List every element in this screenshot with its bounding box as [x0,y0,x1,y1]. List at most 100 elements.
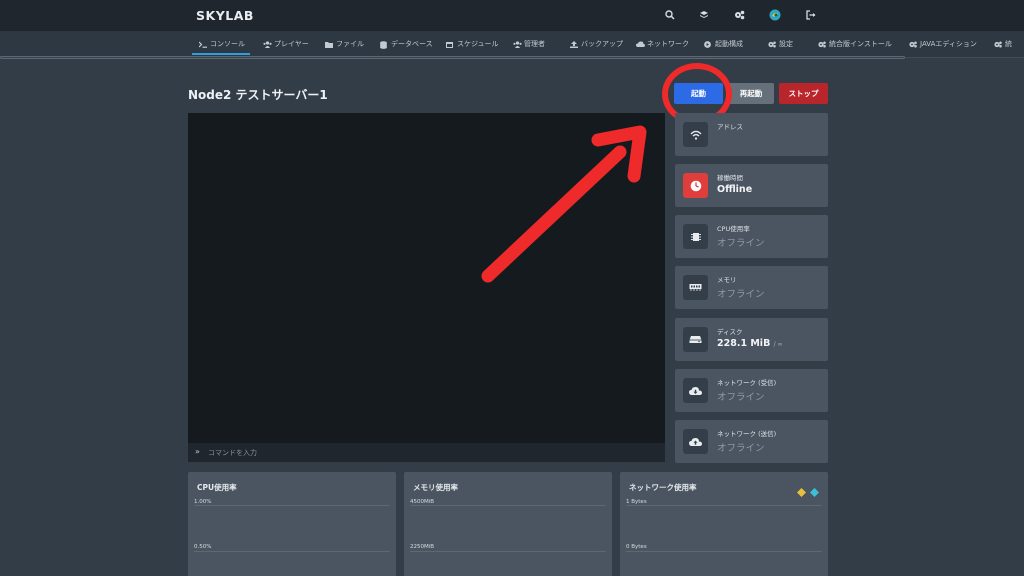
stop-button[interactable]: ストップ [779,83,828,104]
stat-label: アドレス [717,123,743,131]
cogs-icon [818,41,826,48]
sign-out-icon[interactable] [804,8,818,22]
stat-label: ネットワーク (送信) [717,430,777,438]
tab-label: コンソール [210,40,245,48]
tab-backup[interactable]: バックアップ [570,37,623,51]
tab-label: プレイヤー [274,40,309,48]
disk-limit: / ∞ [773,341,783,348]
tab-label: ネットワーク [647,40,689,48]
command-bar: » [188,443,665,462]
stat-address: アドレス [675,113,828,156]
chevron-right-icon: » [195,447,200,456]
server-title: Node2 テストサーバー1 [188,88,328,102]
disk-used: 228.1 MiB [717,338,771,349]
tab-label: スケジュール [457,40,499,48]
tab-label: 統合版インストール [829,40,892,48]
folder-icon [325,41,333,48]
avatar-icon[interactable] [768,8,782,22]
legend-sent-icon[interactable] [810,482,819,497]
hdd-icon [683,327,708,352]
graph-tick: 0 Bytes [626,544,647,550]
stat-value: オフライン [717,289,765,300]
tab-java-edition[interactable]: JAVAエディション [909,37,977,51]
network-usage-graph: ネットワーク使用率 1 Bytes 0 Bytes [620,472,828,576]
annotation-arrow [481,125,647,283]
restart-button[interactable]: 再起動 [728,83,774,104]
cogs-icon [768,41,776,48]
network-icon [636,41,645,48]
tab-label: 管理者 [524,40,545,48]
cogs-icon[interactable] [732,8,746,22]
graph-title: メモリ使用率 [413,483,458,492]
cogs-icon [909,41,917,48]
tab-label: バックアップ [581,40,623,48]
stat-label: ディスク [717,328,743,336]
tab-more[interactable]: 統 [994,37,1012,51]
sub-navigation: コンソール プレイヤー ファイル データベース スケジュール 管理者 バックアッ… [0,31,1024,58]
graph-title: CPU使用率 [197,483,237,492]
tab-players[interactable]: プレイヤー [263,37,309,51]
tab-label: 起動構成 [715,40,743,48]
tab-startup[interactable]: 起動構成 [704,37,743,51]
calendar-icon [446,41,453,48]
tab-files[interactable]: ファイル [325,37,364,51]
tab-label: 統 [1005,40,1012,48]
cpu-usage-graph: CPU使用率 1.00% 0.50% [188,472,396,576]
tab-schedule[interactable]: スケジュール [446,37,499,51]
cogs-icon [994,41,1002,48]
stat-label: 稼働時間 [717,174,743,182]
tab-console[interactable]: コンソール [198,37,245,51]
tab-bedrock-install[interactable]: 統合版インストール [818,37,892,51]
gridline [626,551,822,552]
stat-label: メモリ [717,276,737,284]
upload-icon [570,40,578,48]
tab-label: ファイル [336,40,364,48]
tab-label: 設定 [779,40,793,48]
stat-network-out: ネットワーク (送信) オフライン [675,420,828,463]
gridline [410,505,606,506]
tab-label: データベース [391,40,433,48]
tab-settings[interactable]: 設定 [768,37,793,51]
gridline [410,551,606,552]
terminal-icon [198,41,207,48]
graph-title: ネットワーク使用率 [629,483,697,492]
stat-memory: メモリ オフライン [675,266,828,309]
stat-label: CPU使用率 [717,225,750,233]
play-circle-icon [704,40,711,48]
clock-icon [683,173,708,198]
stat-label: ネットワーク (受信) [717,379,777,387]
brand-logo[interactable]: SKYLAB [196,8,254,23]
legend-received-icon[interactable] [797,482,806,497]
stat-value: オフライン [717,238,765,249]
tab-admins[interactable]: 管理者 [513,37,545,51]
top-bar: SKYLAB [0,0,1024,31]
stat-disk: ディスク 228.1 MiB / ∞ [675,318,828,361]
cloud-upload-icon [683,429,708,454]
layers-icon[interactable] [697,8,711,22]
stat-uptime: 稼働時間 Offline [675,164,828,207]
stat-value: オフライン [717,443,765,454]
graph-tick: 2250MiB [410,544,435,550]
cloud-download-icon [683,378,708,403]
active-tab-indicator [192,53,250,55]
memory-icon [683,275,708,300]
tab-database[interactable]: データベース [380,37,433,51]
stat-value: 228.1 MiB / ∞ [717,338,783,349]
gridline [626,505,822,506]
stat-value: オフライン [717,392,765,403]
admins-icon [513,40,522,48]
database-icon [380,40,387,49]
cpu-icon [683,224,708,249]
stat-cpu: CPU使用率 オフライン [675,215,828,258]
graph-tick: 0.50% [194,544,212,550]
wifi-icon [683,122,708,147]
users-icon [263,40,272,48]
nav-scrollbar[interactable] [0,56,905,59]
stat-network-in: ネットワーク (受信) オフライン [675,369,828,412]
tab-network[interactable]: ネットワーク [636,37,689,51]
search-icon[interactable] [663,8,677,22]
gridline [194,551,390,552]
command-input[interactable] [208,446,648,459]
tab-label: JAVAエディション [920,40,977,48]
gridline [194,505,390,506]
